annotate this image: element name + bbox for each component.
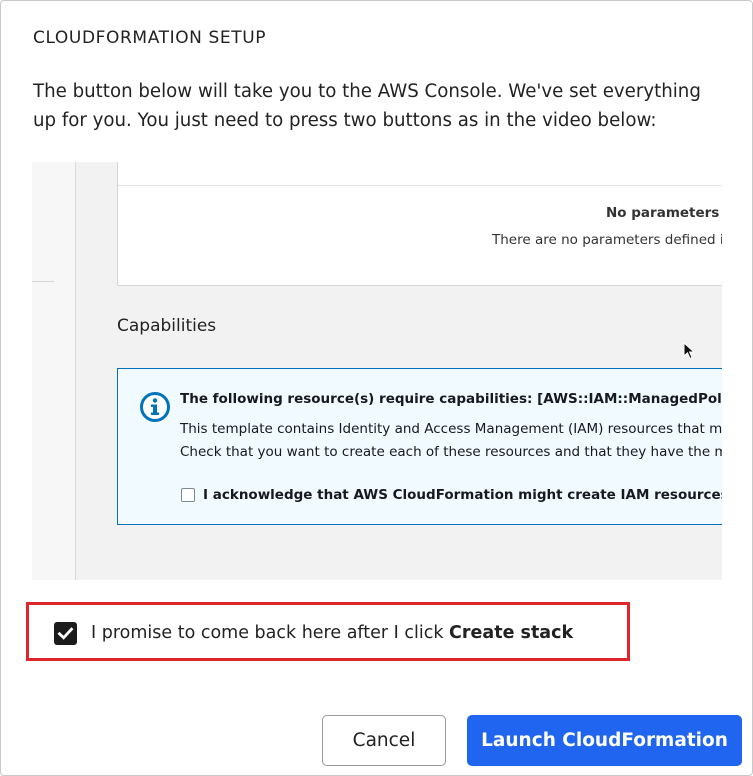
divider <box>118 185 722 186</box>
checkmark-icon <box>57 627 74 640</box>
promise-label-text: I promise to come back here after I clic… <box>91 623 450 643</box>
capabilities-info-alert: The following resource(s) require capabi… <box>117 368 722 525</box>
capabilities-heading: Capabilities <box>117 316 217 336</box>
divider <box>32 281 54 282</box>
mouse-cursor-icon <box>683 342 696 360</box>
create-stack-emphasis: Create stack <box>449 623 574 643</box>
promise-checkbox-label[interactable]: I promise to come back here after I clic… <box>91 623 573 643</box>
launch-cloudformation-button[interactable]: Launch CloudFormation <box>467 715 742 766</box>
info-icon <box>140 392 170 422</box>
no-parameters-description: There are no parameters defined in <box>492 232 722 248</box>
console-side-strip <box>32 162 76 580</box>
acknowledge-iam-label: I acknowledge that AWS CloudFormation mi… <box>203 487 722 503</box>
no-parameters-title: No parameters <box>606 205 720 221</box>
parameters-card: No parameters There are no parameters de… <box>117 162 722 286</box>
intro-text: The button below will take you to the AW… <box>33 81 701 131</box>
tutorial-video[interactable]: No parameters There are no parameters de… <box>32 162 722 580</box>
dialog-title: CLOUDFORMATION SETUP <box>33 28 267 48</box>
alert-title: The following resource(s) require capabi… <box>180 391 722 407</box>
acknowledge-iam-checkbox <box>181 488 195 502</box>
cancel-button[interactable]: Cancel <box>322 715 446 766</box>
cloudformation-setup-dialog: CLOUDFORMATION SETUP The button below wi… <box>0 0 753 776</box>
promise-checkbox[interactable] <box>54 622 77 645</box>
alert-text-line: Check that you want to create each of th… <box>180 444 722 460</box>
alert-text-line: This template contains Identity and Acce… <box>180 421 722 437</box>
